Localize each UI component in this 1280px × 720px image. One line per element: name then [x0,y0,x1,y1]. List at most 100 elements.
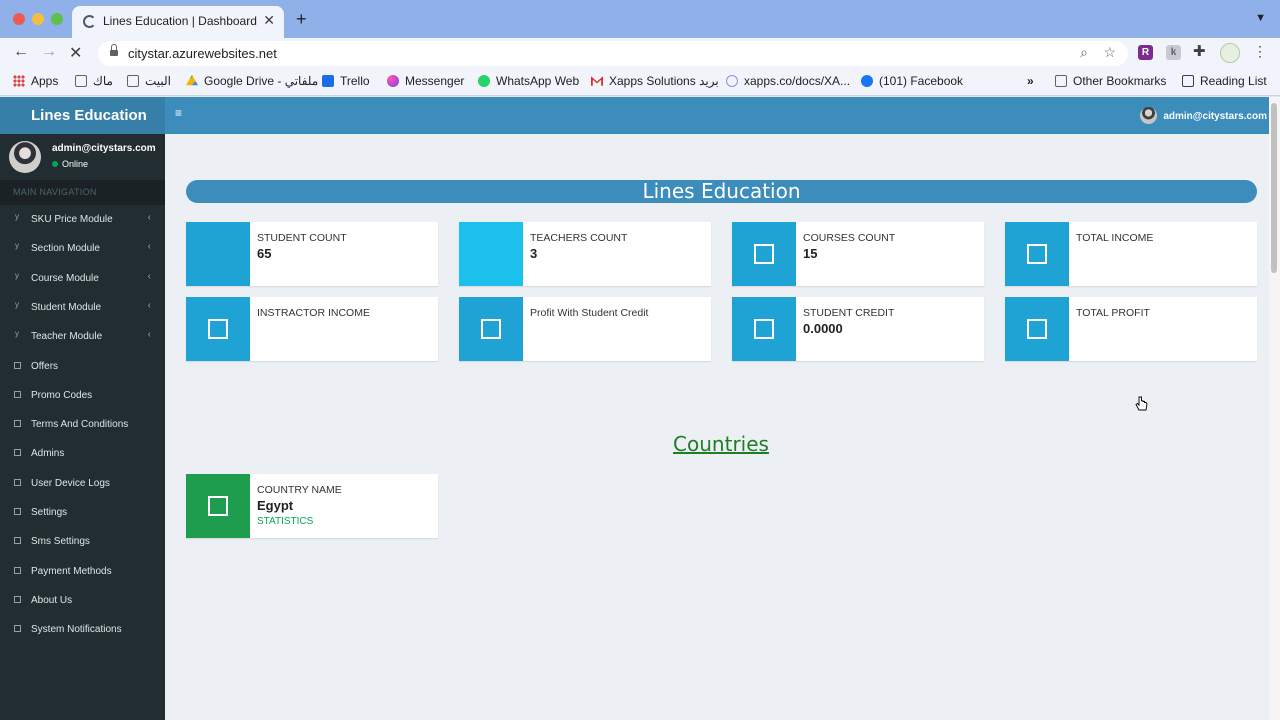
stat-icon-area [459,297,523,361]
bookmark-apps[interactable]: Apps [13,74,58,88]
sidebar-item-label: Student Module [31,301,102,313]
trello-icon [322,75,334,87]
country-icon-area [186,474,250,538]
scrollbar-thumb[interactable] [1271,103,1277,273]
main-content: Lines Education STUDENT COUNT 65 TEACHERS … [165,134,1269,720]
sidebar-item-section-module[interactable]: y Section Module ‹ [0,235,165,264]
reading-list[interactable]: Reading List [1182,74,1267,88]
sidebar-item-admins[interactable]: Admins [0,440,165,469]
square-icon [208,496,228,516]
user-menu[interactable]: admin@citystars.com [1140,107,1267,124]
stat-label: Profit With Student Credit [530,307,649,319]
browser-tab[interactable]: Lines Education | Dashboard ✕ [72,6,284,38]
stat-icon-area [186,222,250,286]
sidebar-item-about-us[interactable]: About Us [0,587,165,616]
sidebar-toggle-icon[interactable]: ≡ [175,106,182,120]
stat-box-profit-with-student-credit: Profit With Student Credit [459,297,711,361]
extension-icon[interactable]: R [1138,45,1153,60]
more-bookmarks-icon[interactable]: » [1027,74,1034,88]
country-label: COUNTRY NAME [257,484,342,496]
stat-label: TOTAL PROFIT [1076,307,1150,319]
sidebar-item-terms-and-conditions[interactable]: Terms And Conditions [0,411,165,440]
minimize-window-button[interactable] [32,13,44,25]
stat-label: TOTAL INCOME [1076,232,1154,244]
profile-avatar[interactable] [1220,43,1240,63]
extensions-puzzle-icon[interactable]: ✚ [1193,42,1206,60]
countries-heading[interactable]: Countries [165,432,1277,456]
sidebar-item-label: Promo Codes [31,389,93,401]
sidebar-item-teacher-module[interactable]: y Teacher Module ‹ [0,323,165,352]
stat-label: STUDENT CREDIT [803,307,895,319]
bookmark-gmail[interactable]: Xapps Solutions بريد [591,74,719,88]
bookmark-star-icon[interactable]: ☆ [1103,44,1116,61]
stat-icon-area [186,297,250,361]
page-scrollbar[interactable] [1269,97,1280,720]
stat-label: STUDENT COUNT [257,232,347,244]
tab-search-chevron-icon[interactable]: ▼ [1255,12,1266,24]
logo-text[interactable]: Lines Education [31,107,147,124]
gmail-icon [591,76,603,86]
sidebar-item-settings[interactable]: Settings [0,499,165,528]
maximize-window-button[interactable] [51,13,63,25]
extension-icon[interactable]: k [1166,45,1181,60]
stat-label: INSTRACTOR INCOME [257,307,370,319]
stat-icon-area [732,222,796,286]
bookmark-facebook[interactable]: (101) Facebook [861,74,963,88]
sidebar-item-promo-codes[interactable]: Promo Codes [0,382,165,411]
forward-arrow-icon[interactable]: → [41,43,57,61]
tab-title: Lines Education | Dashboard [103,14,257,28]
country-name: Egypt [257,498,294,513]
search-icon[interactable]: ⌕ [1080,44,1088,61]
bookmark-folder[interactable]: ماك [75,74,113,88]
stat-value: 3 [530,246,538,261]
bookmark-google-drive[interactable]: Google Drive - ملفاتي [186,74,318,88]
stop-loading-icon[interactable]: ✕ [69,43,82,63]
square-icon [14,478,21,486]
stat-label: COURSES COUNT [803,232,896,244]
other-bookmarks[interactable]: Other Bookmarks [1055,74,1166,88]
whatsapp-icon [478,75,490,87]
statistics-link[interactable]: STATISTICS [257,516,313,527]
sidebar-item-label: SKU Price Module [31,214,113,225]
chevron-left-icon: ‹ [147,241,151,253]
square-icon [14,537,21,545]
close-tab-icon[interactable]: ✕ [263,12,275,29]
folder-icon [127,75,139,87]
bookmark-trello[interactable]: Trello [322,74,370,88]
facebook-icon [861,75,873,87]
online-status[interactable]: Online [52,159,88,169]
chevron-left-icon: ‹ [147,299,151,311]
url-text[interactable]: citystar.azurewebsites.net [128,46,277,61]
stat-value: 0.0000 [803,321,843,336]
new-tab-icon[interactable]: + [296,9,307,30]
user-panel: admin@citystars.com Online [0,134,165,180]
sidebar-item-user-device-logs[interactable]: User Device Logs [0,470,165,499]
address-bar[interactable]: citystar.azurewebsites.net ⌕ ☆ [98,41,1128,66]
sidebar-item-label: Sms Settings [31,536,90,548]
sidebar-item-offers[interactable]: Offers [0,353,165,382]
bookmark-folder[interactable]: البيت [127,74,171,88]
sidebar-item-payment-methods[interactable]: Payment Methods [0,558,165,587]
bookmark-messenger[interactable]: Messenger [387,74,464,88]
bookmark-xapps-docs[interactable]: xapps.co/docs/XA... [726,74,850,88]
chevron-down-icon: y [15,241,19,251]
sidebar-item-system-notifications[interactable]: System Notifications [0,616,165,645]
sidebar-item-course-module[interactable]: y Course Module ‹ [0,265,165,294]
lock-icon[interactable] [110,44,118,56]
square-icon [481,319,501,339]
square-icon [14,508,21,515]
logo[interactable]: Lines Education [0,97,165,134]
bookmark-whatsapp[interactable]: WhatsApp Web [478,74,579,88]
browser-menu-icon[interactable]: ⋮ [1253,43,1267,60]
back-arrow-icon[interactable]: ← [13,43,29,61]
close-window-button[interactable] [13,13,25,25]
page-title: Lines Education [186,180,1257,203]
sidebar-item-sku-price-module[interactable]: y SKU Price Module ‹ [0,206,165,235]
folder-icon [75,75,87,87]
sidebar-item-student-module[interactable]: y Student Module ‹ [0,294,165,323]
sidebar-item-label: Payment Methods [31,565,112,577]
stat-box-courses-count: COURSES COUNT 15 [732,222,984,286]
sidebar-item-sms-settings[interactable]: Sms Settings [0,528,165,557]
square-icon [208,319,228,339]
loading-spinner-icon [83,15,96,28]
